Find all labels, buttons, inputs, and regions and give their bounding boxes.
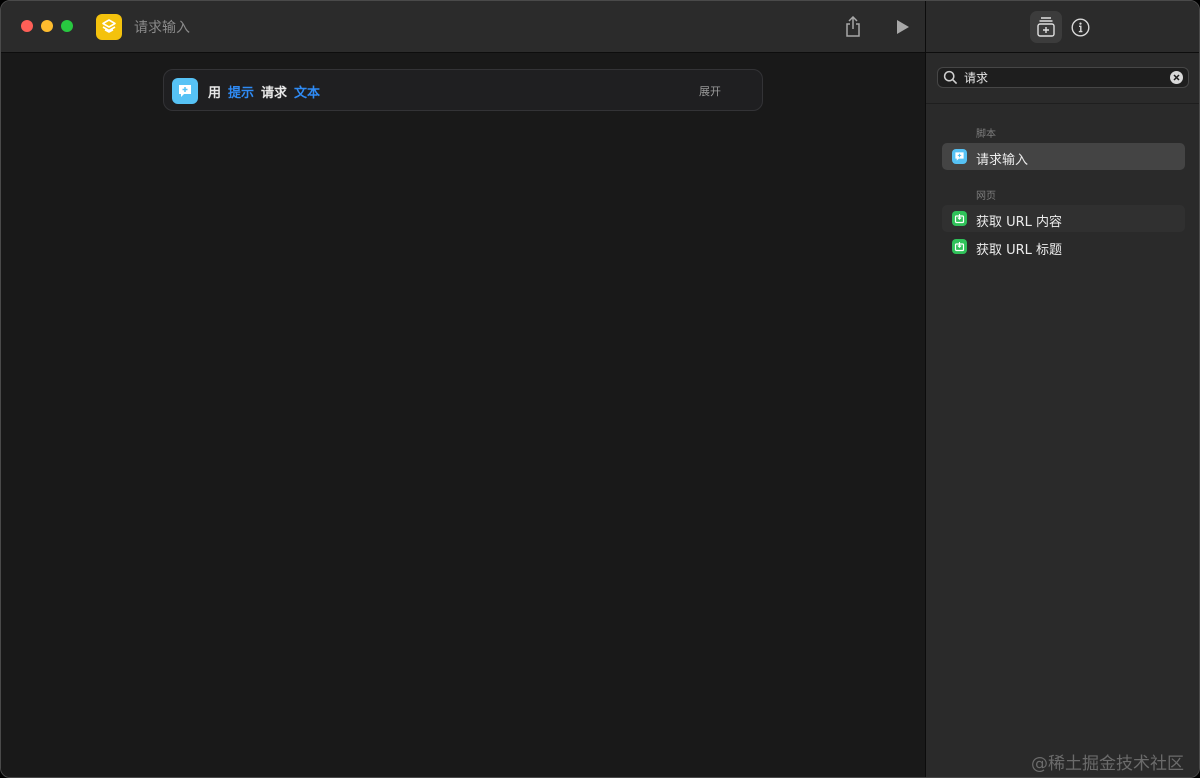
editor-canvas[interactable] — [1, 53, 925, 777]
window-title: 请求输入 — [134, 20, 190, 36]
sidebar-separator — [926, 103, 1199, 104]
section-header-scripting: 脚本 — [976, 129, 996, 140]
input-type-token[interactable]: 文本 — [294, 86, 320, 101]
result-item-get-url-contents[interactable]: 获取 URL 内容 — [942, 205, 1185, 232]
minimize-window-button[interactable] — [41, 20, 53, 32]
action-library-button[interactable] — [1030, 11, 1062, 43]
close-icon — [1173, 74, 1180, 81]
message-bubble-icon — [172, 78, 198, 104]
close-window-button[interactable] — [21, 20, 33, 32]
run-button[interactable] — [893, 16, 913, 38]
ask-for-input-action-card[interactable]: 用提示 请求 文本 展开 — [163, 69, 763, 111]
sidebar-header — [926, 1, 1199, 53]
app-window: 请求输入 用提示 请求 文本 展开 请求 脚本 请求输入 网页 获取 URL 内… — [0, 0, 1200, 778]
web-icon — [952, 239, 967, 254]
action-word-request: 请求 — [261, 86, 288, 101]
result-item-label: 获取 URL 内容 — [976, 215, 1063, 230]
action-library-sidebar: 脚本 请求输入 网页 获取 URL 内容 — [926, 1, 1199, 777]
zoom-window-button[interactable] — [61, 20, 73, 32]
clear-search-button[interactable] — [1170, 71, 1183, 84]
share-icon — [846, 16, 860, 37]
watermark: @稀土掘金技术社区 — [1031, 754, 1184, 774]
search-input[interactable] — [964, 68, 1164, 87]
result-item-label: 获取 URL 标题 — [976, 243, 1063, 258]
search-icon — [943, 70, 958, 85]
result-item-label: 请求输入 — [976, 153, 1029, 168]
info-icon — [1070, 17, 1090, 37]
message-bubble-icon — [952, 149, 967, 164]
expand-button[interactable]: 展开 — [699, 83, 721, 99]
action-word-use: 用 — [208, 86, 222, 101]
play-icon — [897, 20, 909, 34]
section-header-web: 网页 — [976, 191, 996, 202]
web-icon — [952, 211, 967, 226]
shortcuts-app-icon — [96, 14, 122, 40]
editor-titlebar: 请求输入 — [1, 1, 925, 53]
result-item-ask-for-input[interactable]: 请求输入 — [942, 143, 1185, 170]
action-library-icon — [1037, 17, 1055, 37]
prompt-token[interactable]: 提示 — [228, 86, 254, 101]
result-item-get-url-title[interactable]: 获取 URL 标题 — [942, 233, 1185, 260]
share-button[interactable] — [842, 15, 864, 39]
search-field[interactable] — [937, 67, 1189, 88]
action-sentence: 用提示 请求 文本 — [208, 82, 327, 101]
info-button[interactable] — [1070, 17, 1090, 37]
